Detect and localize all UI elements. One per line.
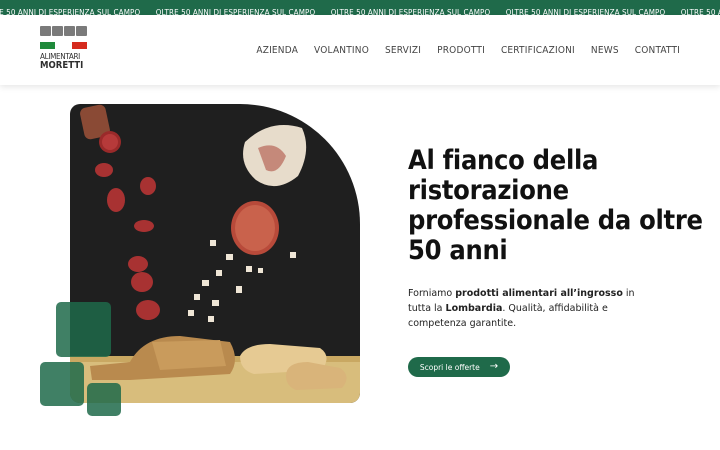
nav-item-volantino[interactable]: VOLANTINO [314,45,369,56]
ticker-bar: OLTRE 50 ANNI DI ESPERIENZA SUL CAMPO OLT… [0,0,720,15]
hero-image [70,104,360,403]
ticker-track: OLTRE 50 ANNI DI ESPERIENZA SUL CAMPO OLT… [0,0,720,15]
flag-white-stripe [56,42,71,49]
italian-flag [40,42,87,49]
nav-item-news[interactable]: NEWS [591,45,619,56]
cow-icon [40,26,51,36]
ticker-item: OLTRE 50 ANNI DI ESPERIENZA SUL CAMPO [330,8,491,15]
logo-wordmark: ALIMENTARI MORETTI [40,52,88,70]
desc-text-1: Forniamo [408,288,456,299]
nav-item-contatti[interactable]: CONTATTI [635,45,680,56]
ticker-item: OLTRE 50 ANNI DI ESPERIENZA SUL CAMPO [155,8,316,15]
flag-green-stripe [40,42,55,49]
hero-salami-illustration [70,104,360,403]
pig-icon [52,26,63,36]
decor-square-2 [40,362,84,406]
nav-item-prodotti[interactable]: PRODOTTI [437,45,485,56]
site-logo[interactable]: ALIMENTARI MORETTI [40,26,88,76]
ticker-item: OLTRE 50 ANNI DI ESPERIENZA SUL CAMPO [0,8,141,15]
desc-bold-region: Lombardia [445,303,503,314]
site-header: ALIMENTARI MORETTI AZIENDA VOLANTINO SER… [0,15,720,85]
main-nav: AZIENDA VOLANTINO SERVIZI PRODOTTI CERTI… [256,15,680,85]
nav-item-servizi[interactable]: SERVIZI [385,45,421,56]
nav-item-azienda[interactable]: AZIENDA [256,45,298,56]
chicken-icon [76,26,87,36]
fish-icon [64,26,75,36]
ticker-item: OLTRE 50 ANNI DI ESPERIENZA SUL CAMPO [680,8,720,15]
flag-red-stripe [72,42,87,49]
offers-button[interactable]: Scopri le offerte → [408,357,510,377]
logo-animal-icons [40,26,87,36]
hero-description: Forniamo prodotti alimentari all’ingross… [408,286,638,331]
arrow-right-icon: → [489,361,499,372]
hero-title: Al fianco della ristorazione professiona… [408,145,703,266]
logo-line-2: MORETTI [40,60,84,71]
decor-square-3 [87,383,121,416]
offers-button-label: Scopri le offerte [419,362,480,372]
ticker-item: OLTRE 50 ANNI DI ESPERIENZA SUL CAMPO [505,8,666,15]
desc-bold-products: prodotti alimentari all’ingrosso [455,288,623,299]
decor-square-1 [56,302,111,357]
nav-item-certificazioni[interactable]: CERTIFICAZIONI [501,45,575,56]
